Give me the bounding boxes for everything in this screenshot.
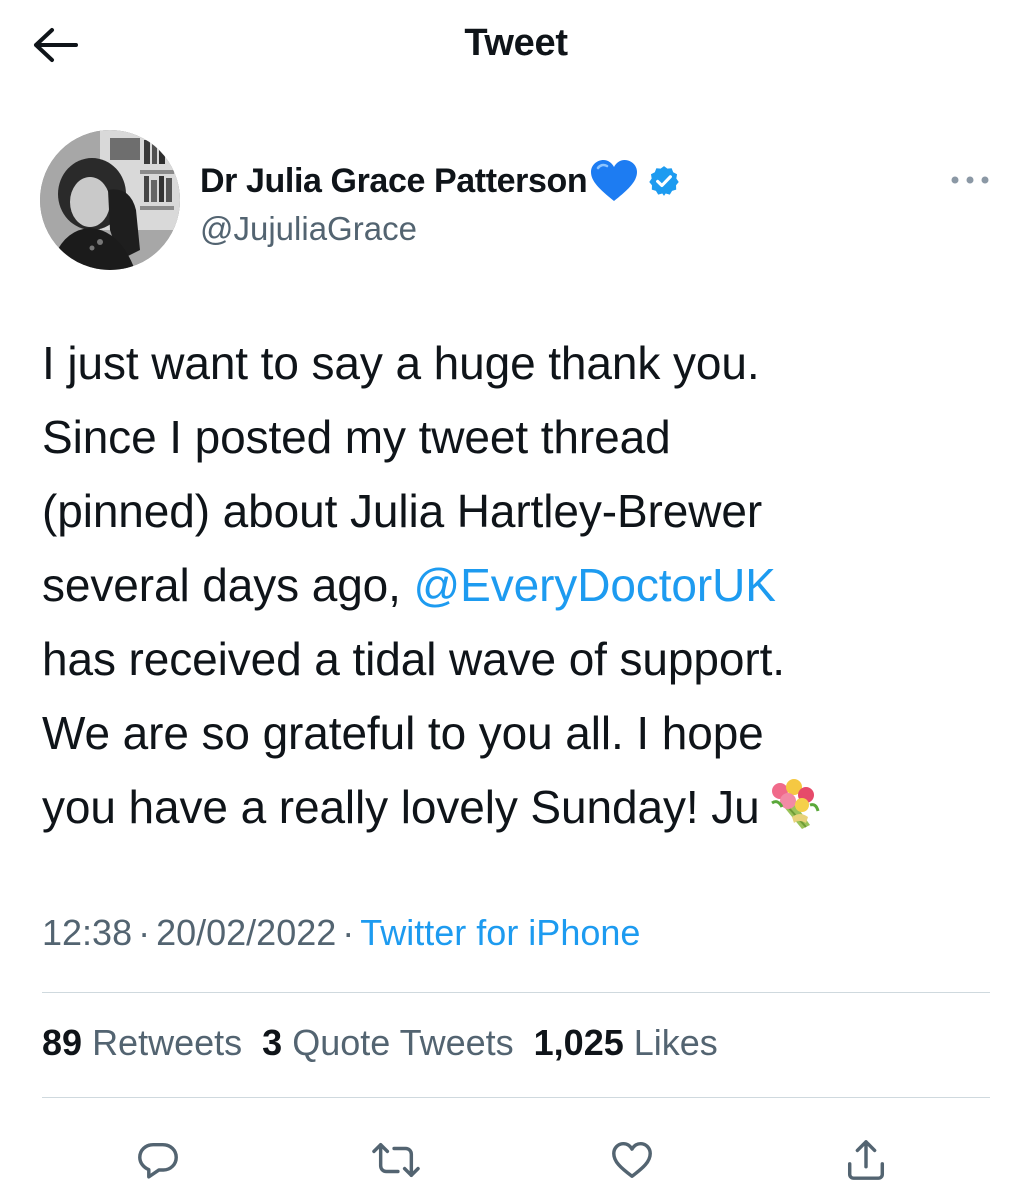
tweet-line-text: you have a really lovely Sunday! Ju xyxy=(42,781,760,833)
separator: · xyxy=(138,912,151,953)
like-button[interactable] xyxy=(602,1130,662,1190)
tweet-actions-bar xyxy=(0,1122,1032,1192)
tweet-line: (pinned) about Julia Hartley-Brewer xyxy=(42,485,763,537)
tweet-line-with-emoji: you have a really lovely Sunday! Ju xyxy=(42,770,1002,844)
tweet-line: has received a tidal wave of support. xyxy=(42,633,785,685)
user-handle[interactable]: @JujuliaGrace xyxy=(200,210,417,248)
share-button[interactable] xyxy=(836,1130,896,1190)
retweet-icon xyxy=(372,1142,420,1178)
quote-tweets-stat[interactable]: 3 Quote Tweets xyxy=(262,1022,514,1063)
likes-count: 1,025 xyxy=(533,1022,624,1063)
more-options-button[interactable] xyxy=(940,160,1000,200)
blue-heart-icon xyxy=(589,159,639,203)
tweet-stats: 89 Retweets 3 Quote Tweets 1,025 Likes xyxy=(42,1022,738,1064)
reply-button[interactable] xyxy=(128,1130,188,1190)
quote-tweets-count: 3 xyxy=(262,1022,283,1063)
share-icon xyxy=(847,1140,885,1180)
tweet-time[interactable]: 12:38 xyxy=(42,912,132,953)
likes-stat[interactable]: 1,025 Likes xyxy=(534,1022,718,1063)
retweets-label: Retweets xyxy=(92,1022,243,1063)
quote-tweets-label: Quote Tweets xyxy=(292,1022,514,1063)
top-bar: Tweet xyxy=(0,0,1032,92)
tweet-metadata: 12:38 · 20/02/2022 · Twitter for iPhone xyxy=(42,912,640,954)
page-title: Tweet xyxy=(464,22,568,64)
verified-badge-icon xyxy=(647,164,681,198)
reply-icon xyxy=(138,1142,178,1179)
tweet-line-with-mention: several days ago, @EveryDoctorUK xyxy=(42,548,1002,622)
retweet-button[interactable] xyxy=(366,1130,426,1190)
divider xyxy=(42,1097,990,1098)
tweet-line: We are so grateful to you all. I hope xyxy=(42,707,764,759)
retweets-stat[interactable]: 89 Retweets xyxy=(42,1022,242,1063)
avatar[interactable] xyxy=(40,130,180,270)
tweet-source-link[interactable]: Twitter for iPhone xyxy=(360,912,640,953)
like-icon xyxy=(612,1141,652,1179)
likes-label: Likes xyxy=(633,1022,718,1063)
display-name-row[interactable]: Dr Julia Grace Patterson xyxy=(200,158,681,204)
bouquet-icon xyxy=(766,777,824,854)
tweet-author: Dr Julia Grace Patterson @JujuliaGrace xyxy=(40,130,1000,280)
separator: · xyxy=(342,912,355,953)
tweet-line: Since I posted my tweet thread xyxy=(42,411,671,463)
tweet-line-text: several days ago, xyxy=(42,559,401,611)
tweet-text: I just want to say a huge thank you. Sin… xyxy=(42,326,1002,844)
mention-link[interactable]: @EveryDoctorUK xyxy=(414,559,776,611)
tweet-date[interactable]: 20/02/2022 xyxy=(156,912,336,953)
profile-photo xyxy=(40,130,180,270)
more-horizontal-icon xyxy=(951,176,989,184)
divider xyxy=(42,992,990,993)
display-name: Dr Julia Grace Patterson xyxy=(200,161,588,200)
tweet-line: I just want to say a huge thank you. xyxy=(42,337,760,389)
retweets-count: 89 xyxy=(42,1022,83,1063)
